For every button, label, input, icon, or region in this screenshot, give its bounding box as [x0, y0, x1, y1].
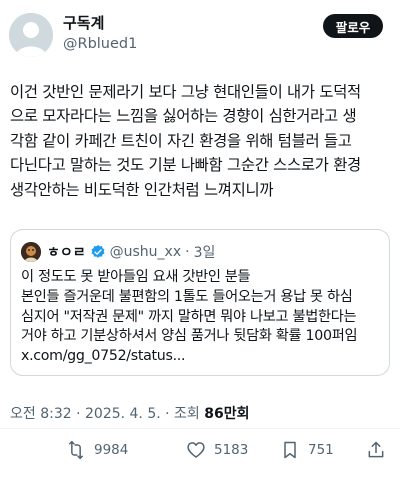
quoted-time: 3일	[193, 245, 216, 261]
bookmark-button[interactable]: 751	[280, 440, 334, 460]
like-button[interactable]: 5183	[186, 440, 248, 460]
tweet-text-line: 다닌다고 말하는 것도 기분 나빠함 그순간 스스로가 환경	[10, 156, 361, 175]
share-icon[interactable]	[366, 440, 386, 460]
tweet-text-line: 생각안하는 비도덕한 인간처럼 느껴지니까	[10, 180, 274, 199]
quoted-author-handle: @ushu_xx	[109, 244, 182, 260]
author-display-name[interactable]: 구독계	[63, 14, 137, 33]
bookmark-count: 751	[308, 442, 334, 458]
bookmark-icon	[284, 441, 296, 459]
quoted-text-line: 본인들 즐거운데 불편함의 1톨도 들어오는거 용납 못 하심	[21, 288, 353, 305]
quoted-author-name: ㅎㅇㄹ	[47, 245, 86, 261]
tweet-text-line: 이건 갓반인 문제라기 보다 그냥 현대인들이 내가 도덕적	[10, 83, 361, 101]
tweet-text: 이건 갓반인 문제라기 보다 그냥 현대인들이 내가 도덕적 으로 모자라다는 …	[10, 80, 394, 202]
quoted-author-avatar	[21, 242, 41, 262]
quoted-tweet-text: 이 정도도 못 받아들임 요새 갓반인 분들 본인들 즐거운데 불편함의 1톨도…	[21, 268, 383, 367]
follow-button[interactable]: 팔로우	[323, 14, 383, 38]
quoted-tweet-header: ㅎㅇㄹ @ushu_xx · 3일	[21, 242, 215, 262]
quoted-text-line: 거야 하고 기분상하셔서 양심 품거나 뒷담화 확률 100퍼임	[21, 328, 358, 345]
author-avatar[interactable]	[9, 13, 53, 57]
author-handle[interactable]: @Rblued1	[63, 35, 137, 54]
quoted-tweet[interactable]: ㅎㅇㄹ @ushu_xx · 3일 이 정도도 못 받아들임 요새 갓반인 분들…	[10, 229, 390, 376]
author-names: 구독계 @Rblued1	[63, 14, 137, 54]
retweet-button[interactable]: 9984	[66, 440, 128, 460]
quoted-text-line: 심지어 "저작권 문제" 까지 말하면 뭐야 나보고 불법한다는	[21, 308, 357, 325]
heart-icon	[187, 442, 205, 458]
quoted-link[interactable]: x.com/gg_0752/status...	[21, 347, 383, 367]
view-count: 86만회	[204, 406, 250, 422]
tweet-header: 구독계 @Rblued1 팔로우	[0, 0, 400, 66]
quoted-text-line: 이 정도도 못 받아들임 요새 갓반인 분들	[21, 269, 251, 285]
quoted-separator: ·	[185, 244, 190, 260]
retweet-icon	[69, 440, 83, 460]
verified-badge-icon	[91, 245, 105, 258]
retweet-count: 9984	[94, 442, 129, 458]
like-count: 5183	[214, 442, 249, 458]
tweet-text-line: 으로 모자라다는 느낌을 싫어하는 경향이 심한거라고 생	[10, 107, 357, 126]
tweet-text-line: 각함 같이 카페간 트친이 자긴 환경을 위해 텀블러 들고	[10, 131, 352, 150]
tweet-meta: 오전 8:32 · 2025. 4. 5. · 조회 86만회	[10, 403, 250, 423]
tweet-timestamp[interactable]: 오전 8:32 · 2025. 4. 5. · 조회	[10, 406, 204, 422]
action-bar: 9984 5183 751	[0, 428, 400, 470]
